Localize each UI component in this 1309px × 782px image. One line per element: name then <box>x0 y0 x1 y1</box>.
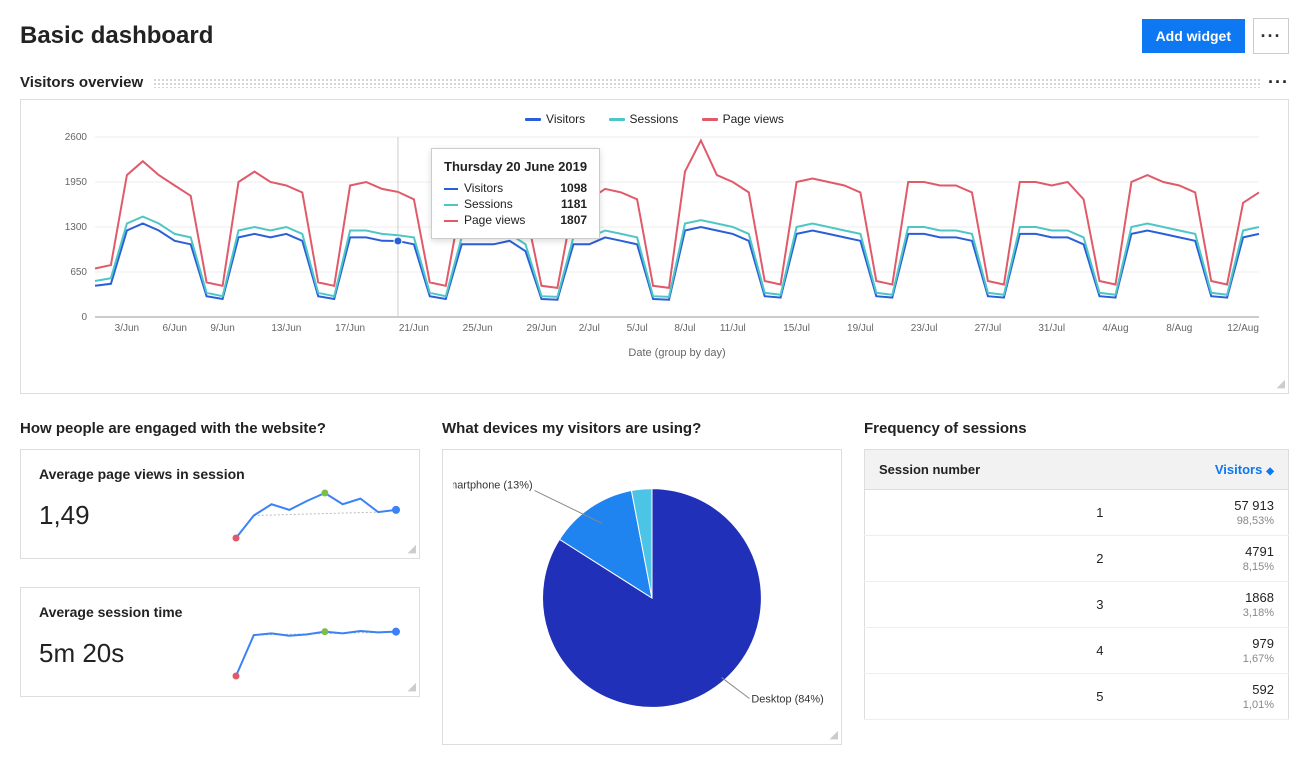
svg-text:Desktop (84%): Desktop (84%) <box>751 693 823 705</box>
resize-handle-icon[interactable]: ◢ <box>408 680 415 693</box>
devices-title: What devices my visitors are using? <box>442 420 842 437</box>
drag-handle[interactable] <box>153 78 1260 88</box>
svg-text:12/Aug: 12/Aug <box>1227 323 1259 334</box>
col-visitors[interactable]: Visitors◆ <box>1117 450 1288 490</box>
kpi-pageviews-sparkline <box>231 488 401 543</box>
table-row[interactable]: 49791,67% <box>865 628 1289 674</box>
svg-text:1950: 1950 <box>65 177 88 188</box>
tooltip-value: 1807 <box>560 213 587 227</box>
tooltip-title: Thursday 20 June 2019 <box>444 159 587 174</box>
bottom-row: How people are engaged with the website?… <box>20 420 1289 745</box>
page-title: Basic dashboard <box>20 22 213 50</box>
overview-menu-button[interactable]: ··· <box>1268 72 1289 93</box>
page-header: Basic dashboard Add widget ··· <box>20 10 1289 72</box>
table-row[interactable]: 157 91398,53% <box>865 490 1289 536</box>
svg-text:2/Jul: 2/Jul <box>579 323 600 334</box>
legend-sessions[interactable]: Sessions <box>609 112 679 126</box>
svg-text:Smartphone (13%): Smartphone (13%) <box>453 480 533 492</box>
tooltip-value: 1098 <box>560 181 587 195</box>
svg-text:11/Jul: 11/Jul <box>720 323 746 334</box>
col-session-number[interactable]: Session number <box>865 450 1118 490</box>
svg-text:1300: 1300 <box>65 222 88 233</box>
svg-text:17/Jun: 17/Jun <box>335 323 365 334</box>
legend-pageviews[interactable]: Page views <box>702 112 784 126</box>
overview-legend: Visitors Sessions Page views <box>35 112 1274 126</box>
kpi-sessiontime-sparkline <box>231 626 401 681</box>
legend-visitors[interactable]: Visitors <box>525 112 585 126</box>
overview-chart-card: Visitors Sessions Page views 0 650 1300 195… <box>20 99 1289 394</box>
svg-text:650: 650 <box>70 267 87 278</box>
chart-tooltip: Thursday 20 June 2019 Visitors 1098 Sessi… <box>431 148 600 239</box>
kpi-sessiontime-label: Average session time <box>39 604 401 620</box>
svg-text:27/Jul: 27/Jul <box>975 323 1002 334</box>
add-widget-button[interactable]: Add widget <box>1142 19 1245 53</box>
table-row[interactable]: 318683,18% <box>865 582 1289 628</box>
svg-text:29/Jun: 29/Jun <box>526 323 556 334</box>
svg-text:0: 0 <box>81 312 87 323</box>
kpi-sessiontime-card: Average session time 5m 20s ◢ <box>20 587 420 697</box>
svg-text:31/Jul: 31/Jul <box>1038 323 1065 334</box>
svg-text:4/Aug: 4/Aug <box>1102 323 1128 334</box>
tooltip-value: 1181 <box>561 197 587 211</box>
svg-text:9/Jun: 9/Jun <box>210 323 234 334</box>
frequency-title: Frequency of sessions <box>864 420 1289 437</box>
frequency-section: Frequency of sessions Session number Vis… <box>864 420 1289 745</box>
header-actions: Add widget ··· <box>1142 18 1289 54</box>
svg-text:23/Jul: 23/Jul <box>911 323 938 334</box>
tooltip-label: Sessions <box>464 197 513 211</box>
table-row[interactable]: 247918,15% <box>865 536 1289 582</box>
frequency-table: Session number Visitors◆ 157 91398,53%24… <box>864 449 1289 720</box>
resize-handle-icon[interactable]: ◢ <box>1277 377 1284 390</box>
more-menu-button[interactable]: ··· <box>1253 18 1289 54</box>
svg-text:15/Jul: 15/Jul <box>783 323 810 334</box>
devices-card: Smartphone (13%) Desktop (84%) ◢ <box>442 449 842 745</box>
svg-text:2600: 2600 <box>65 132 88 143</box>
sort-icon: ◆ <box>1266 466 1274 477</box>
kpi-pageviews-value: 1,49 <box>39 500 90 531</box>
kpi-sessiontime-value: 5m 20s <box>39 638 124 669</box>
tooltip-label: Visitors <box>464 181 503 195</box>
overview-title: Visitors overview <box>20 74 143 91</box>
svg-text:25/Jun: 25/Jun <box>463 323 493 334</box>
overview-widget-header: Visitors overview ··· <box>20 72 1289 93</box>
svg-text:8/Aug: 8/Aug <box>1166 323 1192 334</box>
table-row[interactable]: 55921,01% <box>865 674 1289 720</box>
svg-text:Date (group by day): Date (group by day) <box>628 347 725 359</box>
engagement-section: How people are engaged with the website?… <box>20 420 420 745</box>
resize-handle-icon[interactable]: ◢ <box>408 542 415 555</box>
kpi-pageviews-card: Average page views in session 1,49 ◢ <box>20 449 420 559</box>
svg-text:5/Jul: 5/Jul <box>627 323 648 334</box>
overview-chart-svg[interactable]: 0 650 1300 1950 2600 3/Jun 6/Jun 9/Jun 13/Jun 17/… <box>35 132 1274 362</box>
svg-text:8/Jul: 8/Jul <box>674 323 695 334</box>
svg-text:13/Jun: 13/Jun <box>271 323 301 334</box>
kpi-pageviews-label: Average page views in session <box>39 466 401 482</box>
svg-text:21/Jun: 21/Jun <box>399 323 429 334</box>
tooltip-label: Page views <box>464 213 525 227</box>
engagement-title: How people are engaged with the website? <box>20 420 420 437</box>
devices-pie-chart[interactable]: Smartphone (13%) Desktop (84%) <box>453 468 831 728</box>
svg-text:3/Jun: 3/Jun <box>115 323 139 334</box>
svg-text:19/Jul: 19/Jul <box>847 323 874 334</box>
resize-handle-icon[interactable]: ◢ <box>830 728 837 741</box>
svg-text:6/Jun: 6/Jun <box>162 323 186 334</box>
devices-section: What devices my visitors are using? Smar… <box>442 420 842 745</box>
